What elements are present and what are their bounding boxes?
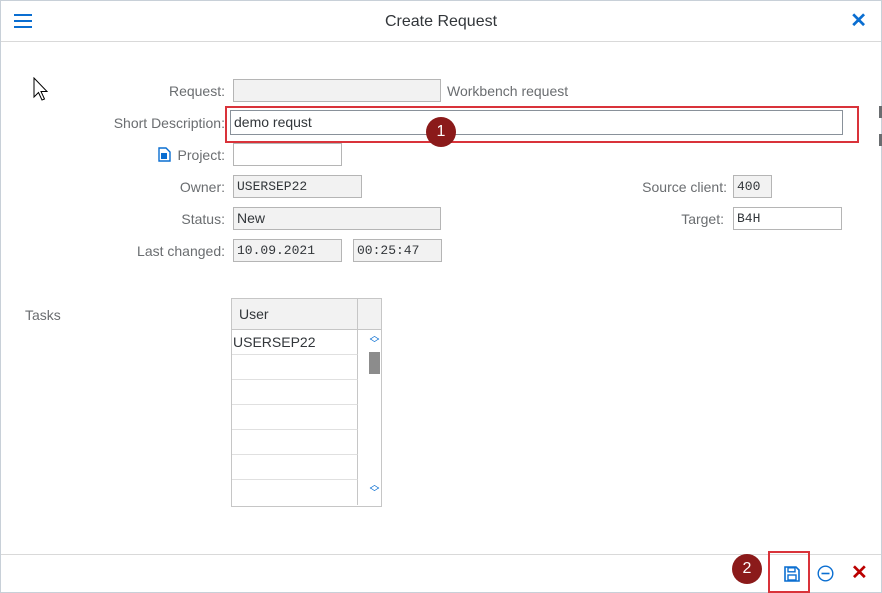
scroll-thumb[interactable] [369,352,380,374]
step-badge-2: 2 [732,554,762,584]
status-label: Status: [181,211,225,227]
target-field[interactable]: B4H [733,207,842,230]
table-row[interactable] [232,430,358,455]
column-header-spacer [358,299,381,330]
close-icon[interactable]: ✕ [850,10,867,32]
last-changed-time-field: 00:25:47 [353,239,442,262]
source-client-field: 400 [733,175,772,198]
short-description-label: Short Description: [113,115,225,131]
target-label: Target: [681,211,724,227]
title-bar: Create Request ✕ [1,1,881,42]
last-changed-label: Last changed: [137,243,225,259]
table-row[interactable] [232,355,358,380]
owner-label: Owner: [179,179,225,195]
highlight-box-step1 [225,106,859,143]
table-row[interactable] [232,380,358,405]
create-request-dialog: Create Request ✕ Request: Workbench requ… [0,0,882,593]
status-field: New [233,207,441,230]
last-changed-date-field: 10.09.2021 [233,239,342,262]
table-row[interactable] [232,480,358,505]
project-label: Project: [177,147,225,163]
request-label: Request: [168,83,225,99]
scroll-up-icon[interactable]: ︿ ﹀ [368,332,381,350]
source-client-label: Source client: [642,179,727,195]
exit-icon[interactable]: ✕ [851,563,868,583]
mouse-pointer-icon [33,77,49,101]
tasks-table: User USERSEP22 ︿ ﹀ ︿ ﹀ [231,298,382,507]
column-header-user[interactable]: User [232,299,358,330]
table-scrollbar[interactable]: ︿ ﹀ ︿ ﹀ [368,330,381,506]
tasks-label: Tasks [25,307,61,323]
table-row[interactable]: USERSEP22 [232,330,358,355]
project-field[interactable] [233,143,342,166]
owner-field: USERSEP22 [233,175,362,198]
cancel-circle-icon[interactable] [817,565,834,582]
step-badge-1: 1 [426,117,456,147]
table-row[interactable] [232,405,358,430]
save-icon[interactable] [783,565,801,583]
dialog-title: Create Request [384,13,498,30]
request-field[interactable] [233,79,441,102]
table-row[interactable] [232,455,358,480]
scroll-down-icon[interactable]: ︿ ﹀ [368,481,381,499]
request-type-text: Workbench request [447,83,569,99]
